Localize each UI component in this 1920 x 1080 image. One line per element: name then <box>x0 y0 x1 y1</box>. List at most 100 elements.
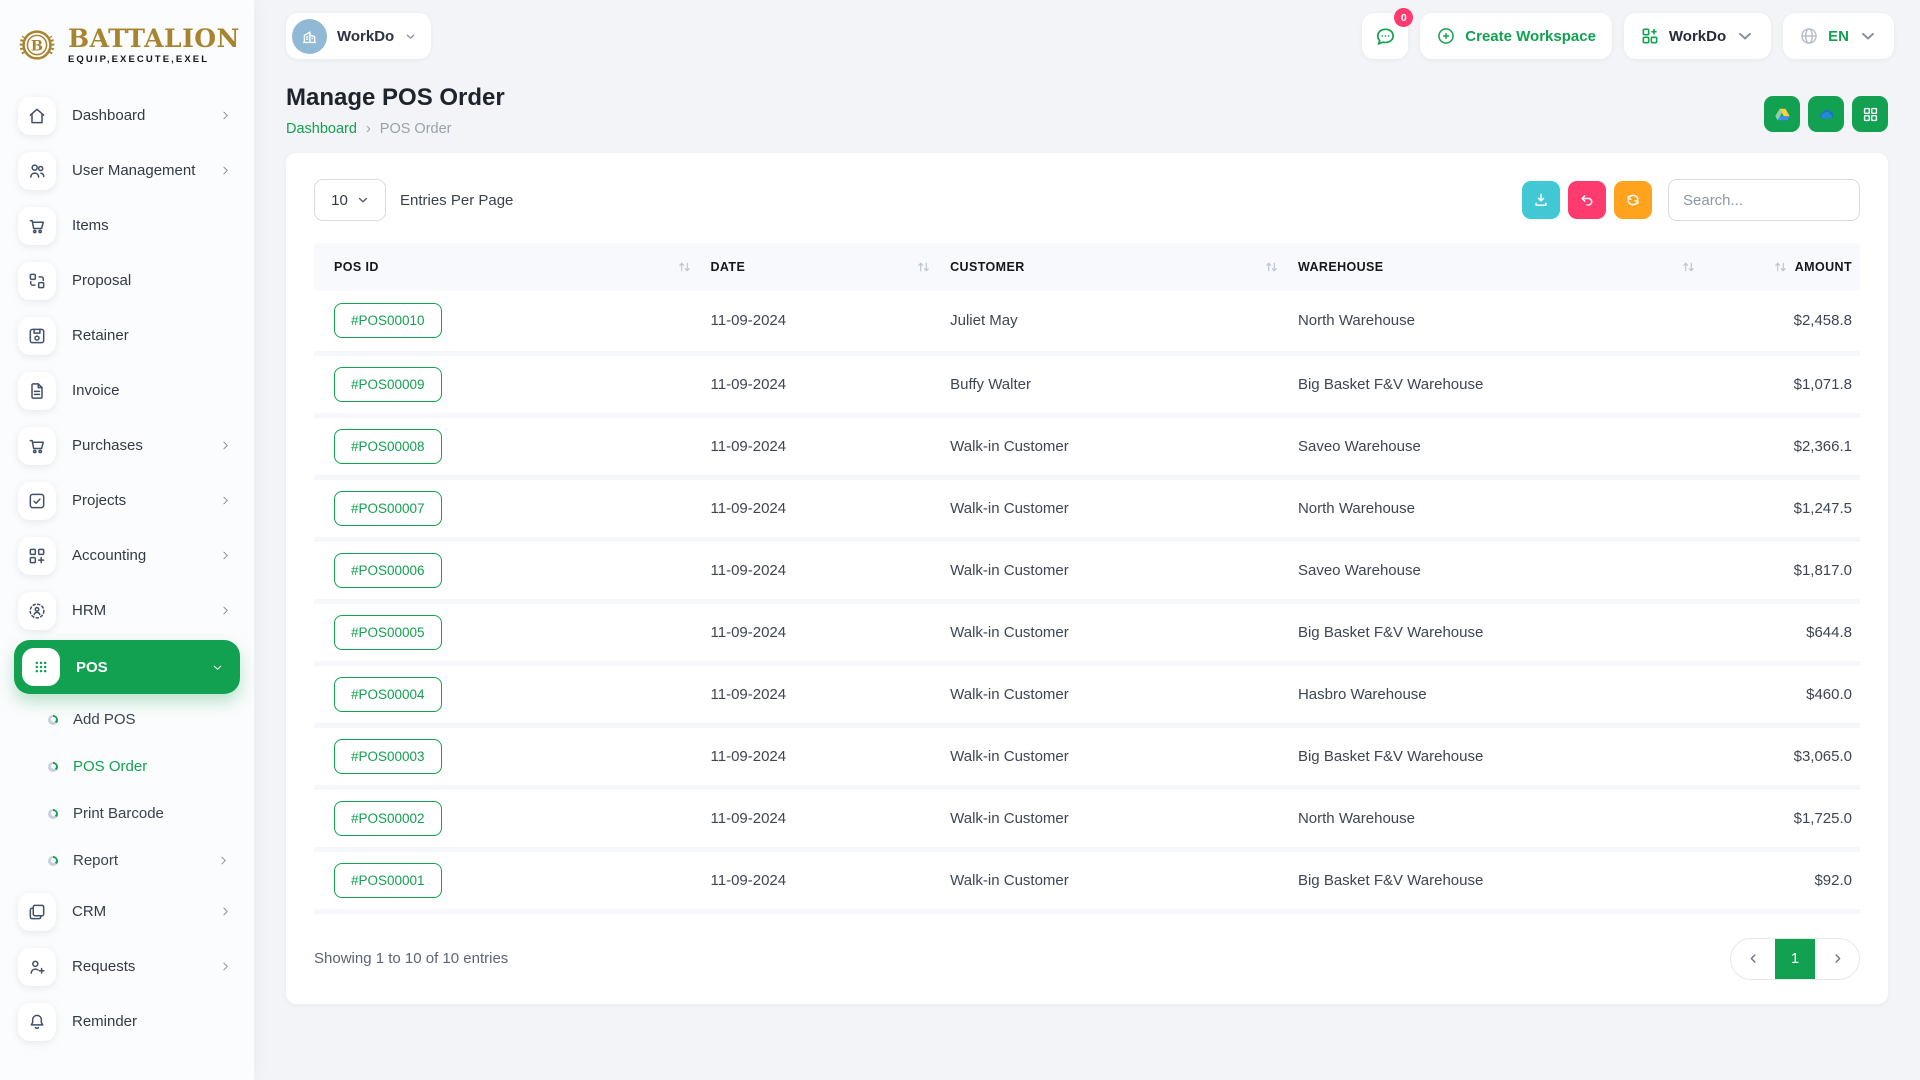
pos-id-link[interactable]: #POS00004 <box>334 677 442 712</box>
sidebar-item-projects[interactable]: Projects <box>0 473 254 528</box>
sidebar-item-purchases[interactable]: Purchases <box>0 418 254 473</box>
breadcrumb-dashboard-link[interactable]: Dashboard <box>286 121 357 137</box>
column-label: POS ID <box>334 260 379 274</box>
messages-button[interactable]: 0 <box>1362 13 1408 59</box>
accounting-icon <box>18 537 56 575</box>
globe-icon <box>1799 26 1819 46</box>
pagination-prev-button[interactable] <box>1731 939 1775 979</box>
invoice-icon <box>18 372 56 410</box>
chevron-icon <box>219 604 232 617</box>
sidebar-subitem-add-pos[interactable]: Add POS <box>0 696 254 743</box>
pos-id-link[interactable]: #POS00008 <box>334 429 442 464</box>
sidebar-nav: Dashboard User Management Items Proposal… <box>0 84 254 1080</box>
breadcrumb-separator: › <box>366 121 371 137</box>
entries-per-page-select[interactable]: 10 <box>314 179 386 221</box>
cell-amount: $3,065.0 <box>1705 725 1860 787</box>
cell-warehouse: Hasbro Warehouse <box>1288 663 1705 725</box>
users-icon <box>27 161 47 181</box>
column-header-amount[interactable]: AMOUNT <box>1705 243 1860 291</box>
export-button[interactable] <box>1522 181 1560 219</box>
sidebar-item-accounting[interactable]: Accounting <box>0 528 254 583</box>
workspace-menu-button[interactable]: WorkDo <box>1624 13 1771 59</box>
sidebar-item-requests[interactable]: Requests <box>0 939 254 994</box>
pos-order-card: 10 Entries Per Page <box>286 153 1888 1004</box>
search-input[interactable] <box>1668 179 1860 221</box>
sidebar-item-crm[interactable]: CRM <box>0 884 254 939</box>
sidebar-item-label: HRM <box>72 602 203 619</box>
create-workspace-button[interactable]: Create Workspace <box>1420 13 1612 59</box>
pos-id-link[interactable]: #POS00006 <box>334 553 442 588</box>
cell-warehouse: Big Basket F&V Warehouse <box>1288 353 1705 415</box>
sidebar-item-label: Proposal <box>72 272 232 289</box>
building-icon <box>300 27 319 46</box>
battalion-emblem-icon: B <box>14 22 60 68</box>
pos-id-link[interactable]: #POS00002 <box>334 801 442 836</box>
cell-date: 11-09-2024 <box>701 787 941 849</box>
page-title: Manage POS Order <box>286 84 505 112</box>
sidebar-item-hrm[interactable]: HRM <box>0 583 254 638</box>
cell-pos-id: #POS00010 <box>314 291 701 353</box>
sidebar-subitem-label: Report <box>73 852 202 869</box>
sidebar-subitem-print-barcode[interactable]: Print Barcode <box>0 790 254 837</box>
pos-id-link[interactable]: #POS00003 <box>334 739 442 774</box>
apps-grid-button[interactable] <box>1852 96 1888 132</box>
google-drive-button[interactable] <box>1764 96 1800 132</box>
chevron-icon <box>211 661 224 674</box>
column-header-pos-id[interactable]: POS ID <box>314 243 701 291</box>
refresh-button[interactable] <box>1614 181 1652 219</box>
cell-customer: Walk-in Customer <box>940 601 1288 663</box>
pos-id-link[interactable]: #POS00005 <box>334 615 442 650</box>
sidebar-item-user-management[interactable]: User Management <box>0 143 254 198</box>
onedrive-button[interactable] <box>1808 96 1844 132</box>
sidebar-item-invoice[interactable]: Invoice <box>0 363 254 418</box>
cell-date: 11-09-2024 <box>701 353 941 415</box>
pagination-next-button[interactable] <box>1815 939 1859 979</box>
donut-icon <box>48 762 58 772</box>
refresh-icon <box>1624 191 1642 209</box>
cell-customer: Walk-in Customer <box>940 663 1288 725</box>
sidebar-item-dashboard[interactable]: Dashboard <box>0 88 254 143</box>
column-header-customer[interactable]: CUSTOMER <box>940 243 1288 291</box>
sidebar-item-items[interactable]: Items <box>0 198 254 253</box>
reset-button[interactable] <box>1568 181 1606 219</box>
workspace-switcher[interactable]: WorkDo <box>286 13 431 59</box>
pagination-page-1[interactable]: 1 <box>1775 939 1815 979</box>
column-header-date[interactable]: DATE <box>701 243 941 291</box>
sidebar-item-label: Projects <box>72 492 203 509</box>
sort-icon <box>1682 261 1695 273</box>
sidebar-item-label: Purchases <box>72 437 203 454</box>
download-icon <box>1532 191 1550 209</box>
cell-date: 11-09-2024 <box>701 849 941 911</box>
sidebar-item-retainer[interactable]: Retainer <box>0 308 254 363</box>
sidebar-item-proposal[interactable]: Proposal <box>0 253 254 308</box>
cell-pos-id: #POS00007 <box>314 477 701 539</box>
sidebar-subitem-label: Print Barcode <box>73 805 230 822</box>
table-row: #POS00009 11-09-2024 Buffy Walter Big Ba… <box>314 353 1860 415</box>
pos-id-link[interactable]: #POS00009 <box>334 367 442 402</box>
chevron-right-icon <box>219 439 232 452</box>
sidebar-item-label: Invoice <box>72 382 232 399</box>
cell-pos-id: #POS00005 <box>314 601 701 663</box>
chevron-right-icon <box>217 854 230 867</box>
pos-id-link[interactable]: #POS00007 <box>334 491 442 526</box>
chevron-right-icon <box>217 854 230 867</box>
cell-amount: $92.0 <box>1705 849 1860 911</box>
pos-id-link[interactable]: #POS00001 <box>334 863 442 898</box>
sidebar-item-reminder[interactable]: Reminder <box>0 994 254 1049</box>
cell-warehouse: Saveo Warehouse <box>1288 539 1705 601</box>
brand-logo[interactable]: B BATTALION EQUIP,EXECUTE,EXEL <box>0 0 254 84</box>
sidebar-subitem-report[interactable]: Report <box>0 837 254 884</box>
column-header-warehouse[interactable]: WAREHOUSE <box>1288 243 1705 291</box>
sidebar-item-label: CRM <box>72 903 203 920</box>
table-header-row: POS ID DATECUSTOMERWAREHOUSEAMOUNT <box>314 243 1860 291</box>
pos-id-link[interactable]: #POS00010 <box>334 303 442 338</box>
cell-date: 11-09-2024 <box>701 725 941 787</box>
sidebar-item-pos[interactable]: POS <box>14 640 240 694</box>
cart-icon <box>18 207 56 245</box>
table-row: #POS00001 11-09-2024 Walk-in Customer Bi… <box>314 849 1860 911</box>
crm-icon <box>18 893 56 931</box>
language-selector[interactable]: EN <box>1783 13 1894 59</box>
cell-warehouse: North Warehouse <box>1288 787 1705 849</box>
sidebar-subitem-pos-order[interactable]: POS Order <box>0 743 254 790</box>
donut-icon <box>48 715 58 725</box>
